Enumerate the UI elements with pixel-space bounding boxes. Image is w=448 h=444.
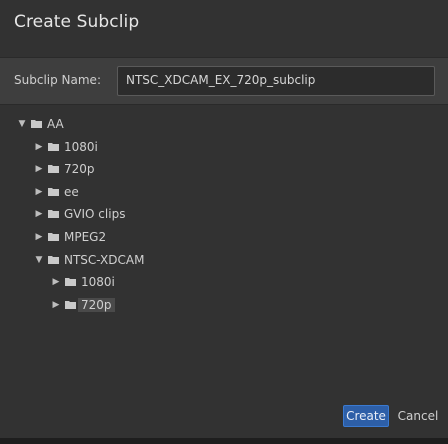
dialog-title: Create Subclip	[14, 12, 140, 32]
folder-icon	[48, 232, 59, 241]
tree-row-gvio-clips[interactable]: ▶ GVIO clips	[0, 204, 448, 227]
subclip-name-label: Subclip Name:	[14, 73, 101, 87]
tree-item-label: 720p	[64, 162, 95, 177]
chevron-right-icon[interactable]: ▶	[34, 186, 44, 198]
tree-item-label: GVIO clips	[64, 207, 126, 222]
subclip-name-row: Subclip Name: NTSC_XDCAM_EX_720p_subclip	[0, 57, 448, 105]
chevron-right-icon[interactable]: ▶	[51, 276, 61, 288]
chevron-down-icon[interactable]: ▼	[34, 254, 44, 266]
tree-row-ee[interactable]: ▶ ee	[0, 182, 448, 205]
tree-row-ntsc-720p[interactable]: ▶ 720p	[0, 295, 448, 318]
folder-icon	[48, 187, 59, 196]
tree-item-label: ee	[64, 184, 79, 199]
chevron-right-icon[interactable]: ▶	[34, 231, 44, 243]
bin-tree: ▼ AA ▶ 1080i ▶ 720p ▶ ee ▶ GVIO clips ▶	[0, 114, 448, 317]
folder-icon	[48, 142, 59, 151]
tree-row-ntsc-xdcam[interactable]: ▼ NTSC-XDCAM	[0, 250, 448, 273]
folder-icon	[48, 255, 59, 264]
folder-icon	[48, 210, 59, 219]
tree-row-mpeg2[interactable]: ▶ MPEG2	[0, 227, 448, 250]
tree-item-label: 720p	[78, 297, 115, 312]
folder-icon	[65, 278, 76, 287]
create-button[interactable]: Create	[343, 405, 389, 427]
tree-item-label: 1080i	[64, 139, 98, 154]
chevron-right-icon[interactable]: ▶	[34, 141, 44, 153]
tree-row-1080i[interactable]: ▶ 1080i	[0, 137, 448, 160]
chevron-right-icon[interactable]: ▶	[34, 163, 44, 175]
tree-item-label: MPEG2	[64, 229, 107, 244]
tree-row-720p[interactable]: ▶ 720p	[0, 159, 448, 182]
bottom-bar	[0, 438, 448, 444]
subclip-name-input[interactable]: NTSC_XDCAM_EX_720p_subclip	[117, 66, 435, 96]
folder-icon	[31, 120, 42, 128]
tree-row-aa[interactable]: ▼ AA	[0, 114, 448, 137]
cancel-button[interactable]: Cancel	[396, 405, 440, 427]
tree-item-label: AA	[47, 117, 64, 131]
folder-icon	[65, 300, 76, 309]
chevron-down-icon[interactable]: ▼	[17, 118, 27, 130]
tree-item-label: NTSC-XDCAM	[64, 252, 145, 267]
folder-icon	[48, 165, 59, 174]
chevron-right-icon[interactable]: ▶	[34, 208, 44, 220]
tree-item-label: 1080i	[81, 275, 115, 290]
tree-row-ntsc-1080i[interactable]: ▶ 1080i	[0, 272, 448, 295]
chevron-right-icon[interactable]: ▶	[51, 299, 61, 311]
